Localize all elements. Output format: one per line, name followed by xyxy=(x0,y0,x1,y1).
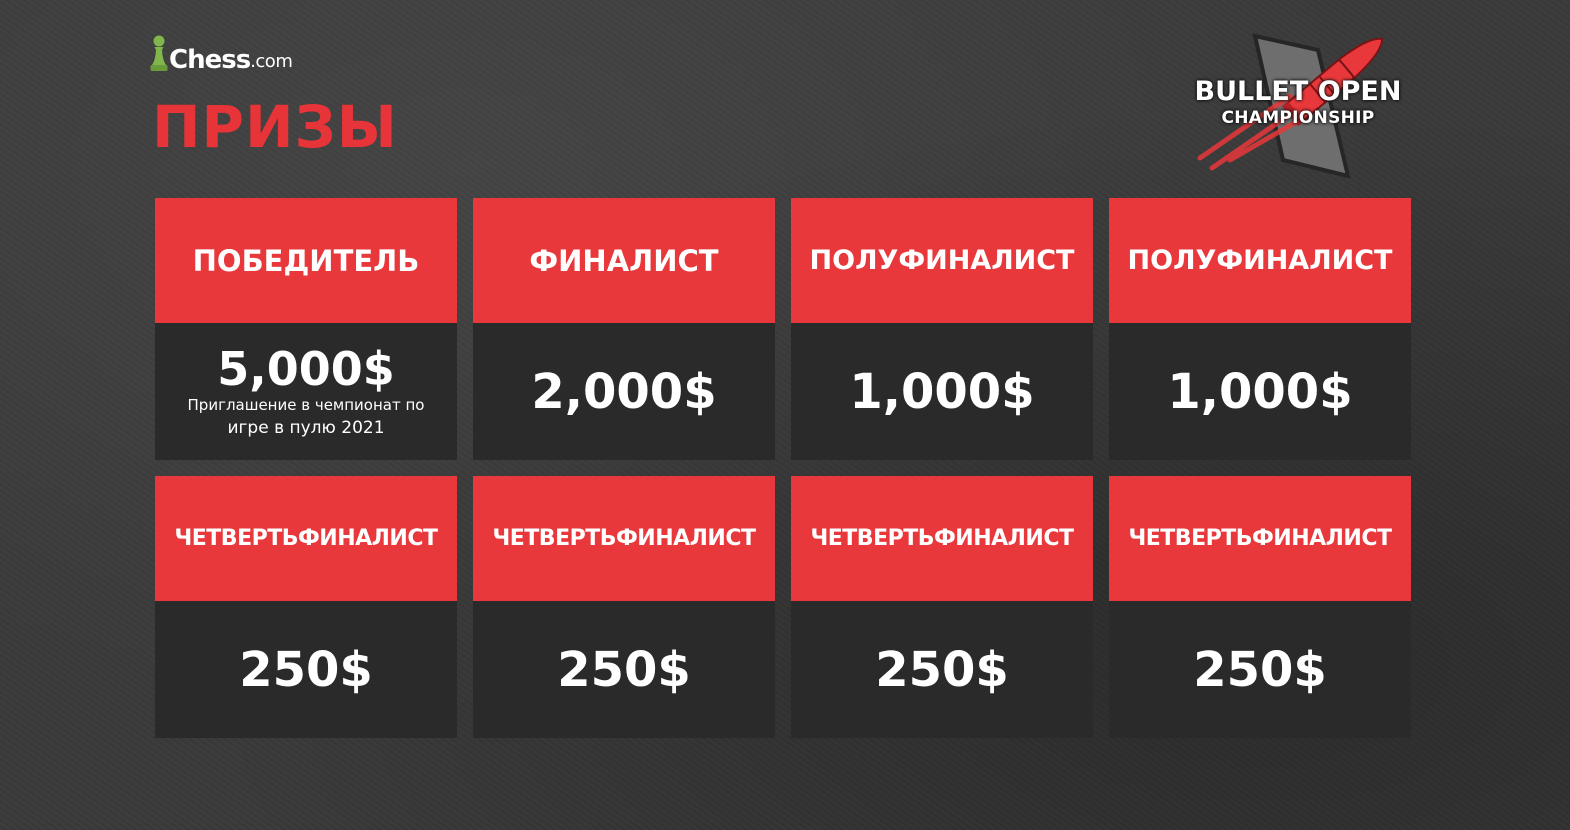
prize-card-semifinalist: ПОЛУФИНАЛИСТ 1,000$ xyxy=(791,198,1093,460)
prize-body: 250$ xyxy=(155,601,457,738)
prize-place: ЧЕТВЕРТЬФИНАЛИСТ xyxy=(1109,476,1411,601)
prize-place: ПОБЕДИТЕЛЬ xyxy=(155,198,457,323)
prize-place: ЧЕТВЕРТЬФИНАЛИСТ xyxy=(473,476,775,601)
bullet-open-logo: BULLET OPEN CHAMPIONSHIP xyxy=(1170,28,1420,178)
prize-body: 1,000$ xyxy=(1109,323,1411,460)
prize-amount: 250$ xyxy=(557,641,691,698)
prize-place: ПОЛУФИНАЛИСТ xyxy=(1109,198,1411,323)
prize-body: 250$ xyxy=(473,601,775,738)
page-title: ПРИЗЫ xyxy=(152,93,398,161)
event-subtitle: CHAMPIONSHIP xyxy=(1221,108,1375,128)
prize-body: 5,000$ Приглашение в чемпионат по игре в… xyxy=(155,323,457,460)
chess-com-logo: Chess .com xyxy=(150,34,293,75)
prize-place: ЧЕТВЕРТЬФИНАЛИСТ xyxy=(791,476,1093,601)
brand-name: Chess xyxy=(169,45,251,75)
prize-amount: 2,000$ xyxy=(531,363,717,420)
prize-body: 2,000$ xyxy=(473,323,775,460)
prize-amount: 1,000$ xyxy=(1167,363,1353,420)
prize-body: 1,000$ xyxy=(791,323,1093,460)
prize-card-finalist: ФИНАЛИСТ 2,000$ xyxy=(473,198,775,460)
prize-place: ФИНАЛИСТ xyxy=(473,198,775,323)
prize-body: 250$ xyxy=(791,601,1093,738)
prize-card-winner: ПОБЕДИТЕЛЬ 5,000$ Приглашение в чемпиона… xyxy=(155,198,457,460)
prize-note: игре в пулю 2021 xyxy=(227,417,385,438)
brand-suffix: .com xyxy=(250,51,293,72)
prize-place: ЧЕТВЕРТЬФИНАЛИСТ xyxy=(155,476,457,601)
prize-amount: 250$ xyxy=(1193,641,1327,698)
pawn-icon xyxy=(150,35,168,71)
prize-amount: 5,000$ xyxy=(217,341,395,396)
prize-card-quarterfinalist: ЧЕТВЕРТЬФИНАЛИСТ 250$ xyxy=(791,476,1093,738)
prize-amount: 1,000$ xyxy=(849,363,1035,420)
prize-note: Приглашение в чемпионат по xyxy=(187,395,425,414)
prize-card-quarterfinalist: ЧЕТВЕРТЬФИНАЛИСТ 250$ xyxy=(1109,476,1411,738)
prize-card-quarterfinalist: ЧЕТВЕРТЬФИНАЛИСТ 250$ xyxy=(155,476,457,738)
prize-amount: 250$ xyxy=(875,641,1009,698)
prize-place: ПОЛУФИНАЛИСТ xyxy=(791,198,1093,323)
event-title: BULLET OPEN xyxy=(1194,76,1402,107)
prize-card-semifinalist: ПОЛУФИНАЛИСТ 1,000$ xyxy=(1109,198,1411,460)
prize-grid: ПОБЕДИТЕЛЬ 5,000$ Приглашение в чемпиона… xyxy=(155,198,1411,738)
prize-body: 250$ xyxy=(1109,601,1411,738)
prize-amount: 250$ xyxy=(239,641,373,698)
prize-card-quarterfinalist: ЧЕТВЕРТЬФИНАЛИСТ 250$ xyxy=(473,476,775,738)
